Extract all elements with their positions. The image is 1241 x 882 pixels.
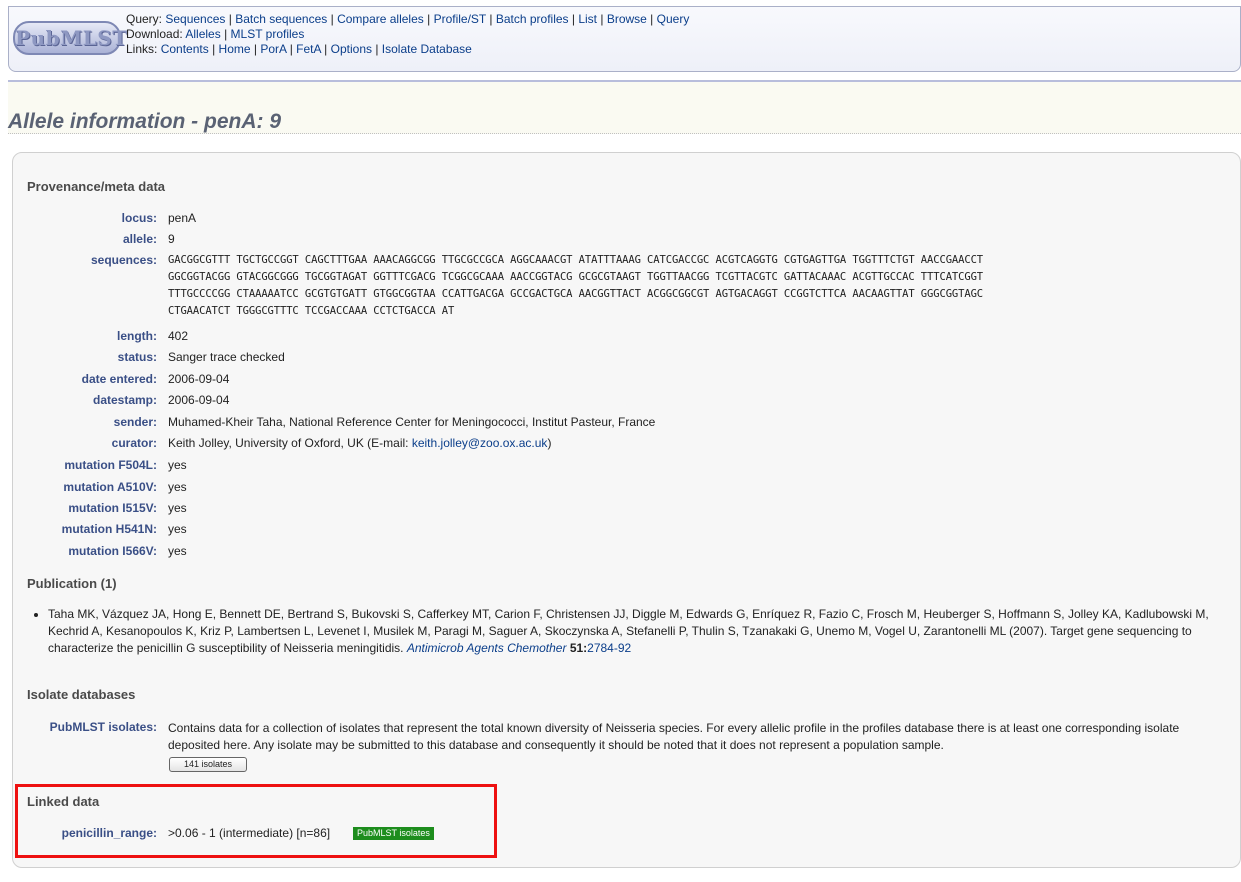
sequence-line-1: GACGGCGTTT TGCTGCCGGT CAGCTTTGAA AAACAGG… (168, 254, 984, 266)
publication-heading: Publication (1) (27, 576, 117, 591)
field-value-allele: 9 (168, 232, 175, 246)
publication-item: Taha MK, Vázquez JA, Hong E, Bennett DE,… (48, 606, 1220, 657)
publication-list: Taha MK, Vázquez JA, Hong E, Bennett DE,… (40, 606, 1220, 657)
field-value-mutation-i515v: yes (168, 501, 187, 515)
header-bar: PubMLST Query: Sequences | Batch sequenc… (8, 6, 1241, 72)
curator-email-link[interactable]: keith.jolley@zoo.ox.ac.uk (412, 436, 548, 450)
query-link-query[interactable]: Query (657, 12, 690, 26)
field-value-date-entered: 2006-09-04 (168, 372, 230, 386)
curator-text: Keith Jolley, University of Oxford, UK (… (168, 436, 412, 450)
curator-close: ) (547, 436, 552, 450)
provenance-heading: Provenance/meta data (27, 179, 166, 194)
field-label-mutation-h541n: mutation H541N: (61, 522, 157, 536)
isolate-databases-heading: Isolate databases (27, 687, 136, 702)
field-value-mutation-f504l: yes (168, 458, 187, 472)
field-label-locus: locus: (121, 211, 157, 225)
field-label-sequences: sequences: (90, 253, 157, 267)
field-label-mutation-i515v: mutation I515V: (68, 501, 157, 515)
isolates-count-button[interactable]: 141 isolates (169, 757, 247, 772)
query-link-batch-profiles[interactable]: Batch profiles (496, 12, 569, 26)
field-value-mutation-a510v: yes (168, 480, 187, 494)
nav-link-feta[interactable]: FetA (296, 42, 321, 56)
field-label-datestamp: datestamp: (92, 393, 157, 407)
publication-journal-link[interactable]: Antimicrob Agents Chemother (407, 641, 567, 655)
nav-link-pora[interactable]: PorA (260, 42, 286, 56)
download-links-row: Download: Alleles | MLST profiles (126, 27, 305, 41)
field-label-mutation-f504l: mutation F504L: (64, 458, 157, 472)
publication-volume: 51: (569, 641, 588, 655)
query-link-sequences[interactable]: Sequences (165, 12, 225, 26)
field-label-mutation-i566v: mutation I566V: (68, 544, 157, 558)
nav-link-options[interactable]: Options (331, 42, 372, 56)
field-value-mutation-i566v: yes (168, 544, 187, 558)
field-label-allele: allele: (122, 232, 157, 246)
links-label: Links: (126, 42, 158, 56)
query-label: Query: (126, 12, 163, 26)
query-link-browse[interactable]: Browse (607, 12, 647, 26)
query-links-row: Query: Sequences | Batch sequences | Com… (126, 12, 690, 26)
pubmlst-logo[interactable]: PubMLST (13, 21, 127, 55)
sequence-line-3: TTTGCCCCGG CTAAAAATCC GCGTGTGATT GTGGCGG… (168, 288, 984, 300)
field-label-date-entered: date entered: (81, 372, 157, 386)
nav-link-home[interactable]: Home (219, 42, 251, 56)
field-label-length: length: (117, 329, 157, 343)
download-link-alleles[interactable]: Alleles (185, 27, 220, 41)
sequence-line-2: GGCGGTACGG GTACGGCGGG TGCGGTAGAT GGTTTCG… (168, 271, 984, 283)
field-value-sender: Muhamed-Kheir Taha, National Reference C… (168, 415, 656, 429)
links-row: Links: Contents | Home | PorA | FetA | O… (126, 42, 472, 56)
page-title: Allele information - penA: 9 (8, 110, 282, 133)
field-label-mutation-a510v: mutation A510V: (63, 480, 157, 494)
query-link-compare-alleles[interactable]: Compare alleles (337, 12, 424, 26)
field-value-status: Sanger trace checked (168, 350, 285, 364)
field-label-sender: sender: (113, 415, 157, 429)
field-label-curator: curator: (111, 436, 157, 450)
field-value-datestamp: 2006-09-04 (168, 393, 230, 407)
isolate-db-label: PubMLST isolates: (49, 720, 157, 734)
field-value-locus: penA (168, 211, 197, 225)
field-value-curator: Keith Jolley, University of Oxford, UK (… (168, 436, 551, 450)
publication-pages-link[interactable]: 2784-92 (587, 641, 631, 655)
field-value-length: 402 (168, 329, 189, 343)
query-link-batch-sequences[interactable]: Batch sequences (235, 12, 327, 26)
title-divider (8, 133, 1241, 134)
field-value-mutation-h541n: yes (168, 522, 187, 536)
nav-link-contents[interactable]: Contents (161, 42, 209, 56)
download-label: Download: (126, 27, 183, 41)
nav-link-isolate-database[interactable]: Isolate Database (382, 42, 472, 56)
highlight-box (15, 784, 497, 858)
query-link-list[interactable]: List (578, 12, 597, 26)
query-link-profile-st[interactable]: Profile/ST (434, 12, 486, 26)
field-label-status: status: (117, 350, 157, 364)
download-link-mlst-profiles[interactable]: MLST profiles (231, 27, 305, 41)
isolate-db-description: Contains data for a collection of isolat… (168, 721, 1180, 752)
sequence-line-4: CTGAACATCT TGGGCGTTTC TCCGACCAAA CCTCTGA… (168, 305, 455, 317)
